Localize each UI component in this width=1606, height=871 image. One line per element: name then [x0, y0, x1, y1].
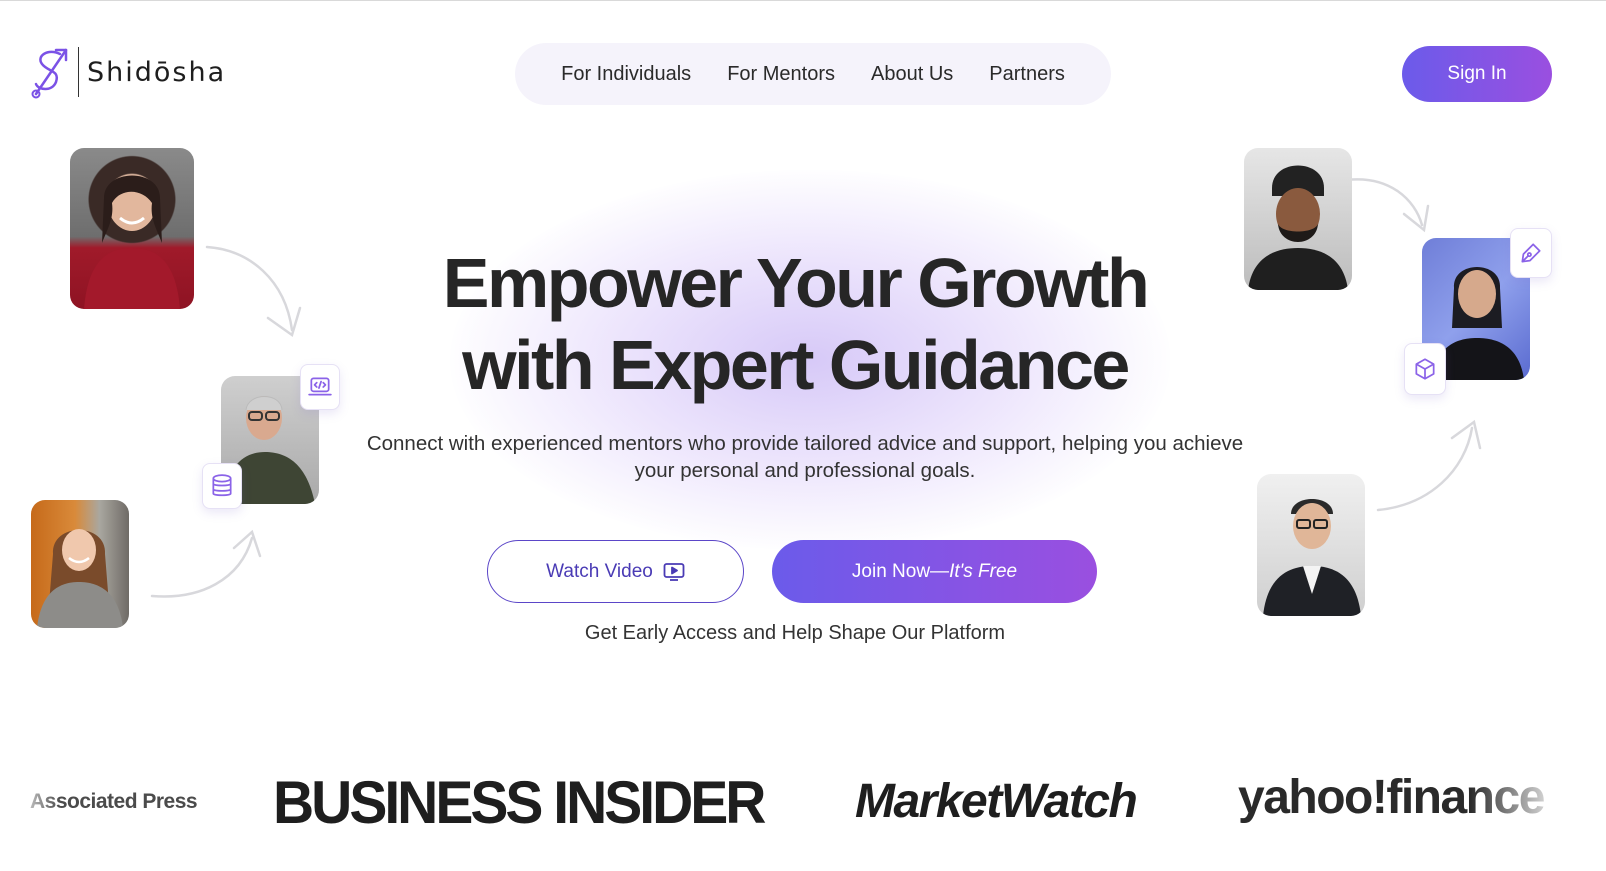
press-logo-marketwatch: MarketWatch: [855, 775, 1138, 828]
nav-about-us[interactable]: About Us: [871, 63, 953, 86]
portrait-figure: [1263, 499, 1361, 616]
sign-in-button[interactable]: Sign In: [1402, 46, 1552, 102]
join-now-button[interactable]: Join Now— It's Free: [772, 540, 1097, 603]
database-glyph: [212, 474, 232, 497]
nav-partners[interactable]: Partners: [989, 63, 1065, 86]
logo-divider: [78, 47, 79, 97]
pen-nib-glyph: [1521, 243, 1541, 263]
portrait-figure: [1248, 165, 1348, 290]
logo-mark-icon: [31, 48, 68, 99]
watch-video-button[interactable]: Watch Video: [487, 540, 744, 603]
curved-arrow-1: [205, 245, 294, 332]
curved-arrow-3: [1344, 178, 1424, 227]
cube-glyph: [1415, 358, 1435, 380]
join-now-emphasis: It's Free: [949, 560, 1018, 582]
mentor-portrait-3: [31, 500, 129, 628]
curved-arrow-2: [150, 536, 254, 598]
watch-video-label: Watch Video: [546, 560, 653, 582]
portrait-figure: [84, 175, 180, 309]
early-access-text: Get Early Access and Help Shape Our Plat…: [584, 622, 1006, 644]
press-fade-left: [0, 760, 60, 850]
cube-icon: [1404, 343, 1446, 395]
arrow-head-4: [1450, 419, 1482, 450]
top-border: [0, 0, 1606, 1]
database-icon: [202, 463, 242, 509]
arrow-head-3: [1402, 204, 1430, 233]
headline-line-1: Empower Your Growth: [442, 244, 1150, 322]
join-now-label: Join Now—: [851, 560, 950, 582]
mentor-portrait-4: [1244, 148, 1352, 290]
pen-nib-icon: [1510, 228, 1552, 278]
hero-headline: Empower Your Growth with Expert Guidance: [330, 242, 1260, 406]
nav-for-individuals[interactable]: For Individuals: [561, 63, 691, 86]
main-nav: For Individuals For Mentors About Us Par…: [515, 43, 1111, 105]
mentor-portrait-1: [70, 148, 194, 309]
brand-logo[interactable]: Shidōsha: [30, 44, 226, 100]
nav-for-mentors[interactable]: For Mentors: [727, 63, 835, 86]
curved-arrow-4: [1376, 426, 1474, 512]
play-screen-icon: [663, 562, 685, 581]
arrow-head-1: [266, 306, 302, 338]
press-logo-business-insider: BUSINESS INSIDER: [273, 769, 766, 837]
arrow-head-2: [232, 529, 262, 558]
brand-name: Shidōsha: [87, 56, 227, 88]
hero-subtext: Connect with experienced mentors who pro…: [366, 432, 1244, 482]
press-logos: Associated Press BUSINESS INSIDER Market…: [0, 769, 1606, 850]
headline-line-2: with Expert Guidance: [462, 326, 1130, 404]
press-fade-right: [1470, 760, 1606, 850]
portrait-figure: [37, 529, 123, 628]
mentor-portrait-6: [1257, 474, 1365, 616]
